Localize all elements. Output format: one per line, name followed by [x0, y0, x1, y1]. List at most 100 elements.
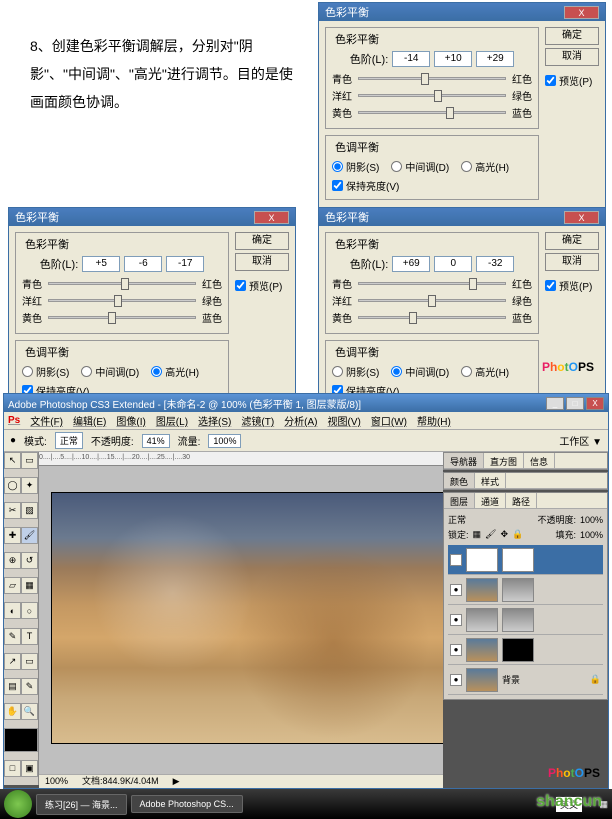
shape-tool-icon[interactable]: ▭ — [21, 653, 38, 670]
blur-tool-icon[interactable]: ◐ — [4, 602, 21, 619]
move-tool-icon[interactable]: ↖ — [4, 452, 21, 469]
tab-histogram[interactable]: 直方图 — [484, 453, 524, 468]
visibility-icon[interactable]: ● — [450, 644, 462, 656]
zoom-tool-icon[interactable]: 🔍 — [21, 703, 38, 720]
eyedropper-icon[interactable]: ✎ — [21, 678, 38, 695]
tab-info[interactable]: 信息 — [524, 453, 555, 468]
preserve-luminosity-check[interactable]: 保持亮度(V) — [332, 178, 532, 193]
notes-tool-icon[interactable]: ▤ — [4, 678, 21, 695]
minimize-icon[interactable]: _ — [546, 397, 564, 410]
ok-button[interactable]: 确定 — [545, 27, 599, 45]
tab-swatches[interactable]: 样式 — [475, 473, 506, 488]
dodge-tool-icon[interactable]: ○ — [21, 602, 38, 619]
tab-color[interactable]: 颜色 — [444, 473, 475, 488]
zoom-display[interactable]: 100% — [45, 775, 68, 788]
pen-tool-icon[interactable]: ✎ — [4, 628, 21, 645]
cancel-button[interactable]: 取消 — [545, 48, 599, 66]
level-input-1[interactable]: -14 — [392, 51, 430, 67]
slider-magenta-green[interactable] — [358, 94, 506, 97]
opacity-input[interactable]: 41% — [142, 434, 170, 448]
menu-view[interactable]: 视图(V) — [328, 413, 361, 428]
ps-titlebar[interactable]: Adobe Photoshop CS3 Extended - [未命名-2 @ … — [4, 394, 608, 412]
visibility-icon[interactable]: ● — [450, 674, 462, 686]
close-icon[interactable]: X — [564, 6, 599, 19]
visibility-icon[interactable]: ● — [450, 584, 462, 596]
highlights-radio[interactable]: 高光(H) — [461, 364, 509, 379]
crop-tool-icon[interactable]: ✂ — [4, 502, 21, 519]
shadows-radio[interactable]: 阴影(S) — [332, 159, 379, 174]
path-tool-icon[interactable]: ↗ — [4, 653, 21, 670]
close-icon[interactable]: X — [564, 211, 599, 224]
visibility-icon[interactable]: ● — [450, 614, 462, 626]
tab-layers[interactable]: 图层 — [444, 493, 475, 508]
preview-check[interactable]: 预览(P) — [545, 278, 599, 293]
level-input-1[interactable]: +69 — [392, 256, 430, 272]
start-button-icon[interactable] — [4, 790, 32, 818]
dialog-titlebar[interactable]: 色彩平衡 X — [319, 208, 605, 226]
lock-pixel-icon[interactable]: 🖌 — [485, 529, 496, 540]
lock-trans-icon[interactable]: ▦ — [473, 529, 482, 540]
slider-cyan-red[interactable] — [358, 77, 506, 80]
history-brush-icon[interactable]: ↺ — [21, 552, 38, 569]
tab-paths[interactable]: 路径 — [506, 493, 537, 508]
ok-button[interactable]: 确定 — [545, 232, 599, 250]
eraser-tool-icon[interactable]: ▱ — [4, 577, 21, 594]
midtones-radio[interactable]: 中间调(D) — [391, 159, 449, 174]
dialog-titlebar[interactable]: 色彩平衡 X — [9, 208, 295, 226]
visibility-icon[interactable]: ● — [450, 554, 462, 566]
fill-input[interactable]: 100% — [580, 530, 603, 540]
lasso-tool-icon[interactable]: ◯ — [4, 477, 21, 494]
menu-edit[interactable]: 编辑(E) — [73, 413, 106, 428]
blend-mode-select[interactable]: 正常 — [448, 513, 533, 526]
close-icon[interactable]: X — [254, 211, 289, 224]
preview-check[interactable]: 预览(P) — [545, 73, 599, 88]
lock-all-icon[interactable]: 🔒 — [512, 529, 523, 540]
layer-row[interactable]: ● — [448, 635, 603, 665]
maximize-icon[interactable]: □ — [566, 397, 584, 410]
menu-help[interactable]: 帮助(H) — [417, 413, 451, 428]
canvas-area[interactable] — [39, 466, 443, 774]
menu-window[interactable]: 窗口(W) — [371, 413, 407, 428]
slice-tool-icon[interactable]: ▨ — [21, 502, 38, 519]
brush-tool-icon[interactable]: 🖌 — [21, 527, 38, 544]
tab-channels[interactable]: 通道 — [475, 493, 506, 508]
menu-filter[interactable]: 滤镜(T) — [241, 413, 274, 428]
screenmode-icon[interactable]: ▣ — [21, 760, 38, 777]
layer-opacity-input[interactable]: 100% — [580, 515, 603, 525]
level-input-2[interactable]: -6 — [124, 256, 162, 272]
level-input-2[interactable]: 0 — [434, 256, 472, 272]
flow-input[interactable]: 100% — [208, 434, 241, 448]
foreground-color-icon[interactable] — [4, 728, 38, 752]
taskbar-item[interactable]: 练习[26] — 海景... — [36, 794, 127, 815]
level-input-3[interactable]: +29 — [476, 51, 514, 67]
status-arrow-icon[interactable]: ▶ — [173, 775, 180, 788]
stamp-tool-icon[interactable]: ⊕ — [4, 552, 21, 569]
layer-row-background[interactable]: ● 背景 🔒 — [448, 665, 603, 695]
dialog-titlebar[interactable]: 色彩平衡 X — [319, 3, 605, 21]
menu-analysis[interactable]: 分析(A) — [284, 413, 317, 428]
type-tool-icon[interactable]: T — [21, 628, 38, 645]
taskbar-item[interactable]: Adobe Photoshop CS... — [131, 795, 243, 813]
slider-magenta-green[interactable] — [48, 299, 196, 302]
menu-file[interactable]: 文件(F) — [30, 413, 63, 428]
marquee-tool-icon[interactable]: ▭ — [21, 452, 38, 469]
slider-cyan-red[interactable] — [358, 282, 506, 285]
layer-row[interactable]: ● — [448, 575, 603, 605]
highlights-radio[interactable]: 高光(H) — [151, 364, 199, 379]
slider-yellow-blue[interactable] — [358, 111, 506, 114]
brush-icon[interactable]: ● — [10, 435, 16, 446]
gradient-tool-icon[interactable]: ▦ — [21, 577, 38, 594]
slider-yellow-blue[interactable] — [48, 316, 196, 319]
lock-move-icon[interactable]: ✥ — [500, 529, 508, 540]
wand-tool-icon[interactable]: ✦ — [21, 477, 38, 494]
slider-yellow-blue[interactable] — [358, 316, 506, 319]
layer-row[interactable]: ● — [448, 605, 603, 635]
midtones-radio[interactable]: 中间调(D) — [391, 364, 449, 379]
heal-tool-icon[interactable]: ✚ — [4, 527, 21, 544]
menu-image[interactable]: 图像(I) — [116, 413, 145, 428]
cancel-button[interactable]: 取消 — [545, 253, 599, 271]
menu-select[interactable]: 选择(S) — [198, 413, 231, 428]
midtones-radio[interactable]: 中间调(D) — [81, 364, 139, 379]
preview-check[interactable]: 预览(P) — [235, 278, 289, 293]
level-input-1[interactable]: +5 — [82, 256, 120, 272]
